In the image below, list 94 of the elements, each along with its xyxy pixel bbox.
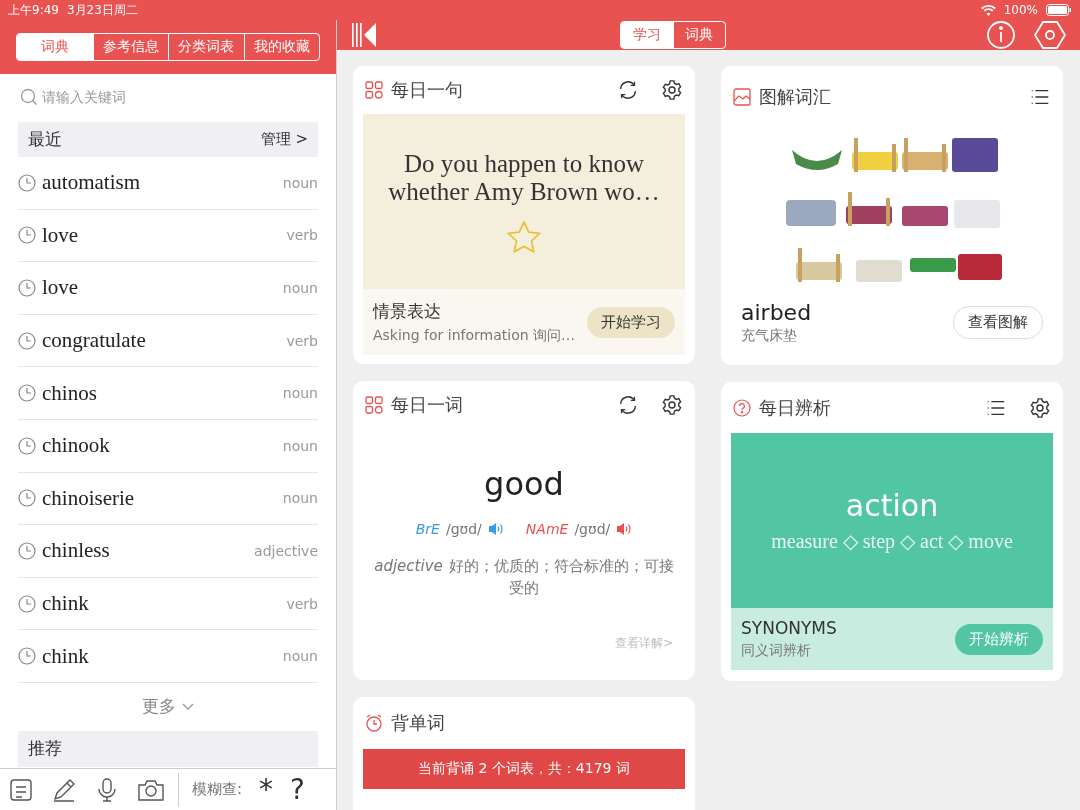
grid-icon [365, 81, 383, 99]
illustrated-word: airbed [741, 300, 813, 325]
refresh-icon[interactable] [617, 394, 639, 416]
sidebar-tab[interactable]: 我的收藏 [243, 34, 319, 60]
speaker-icon[interactable] [616, 522, 633, 536]
wildcard-key[interactable]: ? [290, 775, 305, 804]
card-title: 每日辨析 [759, 395, 832, 420]
category-title: 情景表达 [373, 299, 442, 323]
clock-icon [18, 226, 36, 245]
sentence-panel[interactable]: Do you happen to know whether Amy Brown wo… [363, 114, 685, 289]
settings-icon[interactable] [1029, 396, 1051, 419]
settings-icon [1034, 20, 1066, 50]
manage-link[interactable]: 管理 > [260, 130, 308, 149]
part-of-speech: noun [282, 648, 318, 665]
sidebar-toggle-icon[interactable] [351, 22, 377, 48]
recite-status: 当前背诵 2 个词表，共：4179 词 [418, 760, 630, 778]
accent-label: BrE [415, 521, 440, 537]
history-word[interactable]: chink [42, 591, 281, 617]
clock-icon [18, 173, 36, 192]
history-word[interactable]: love [42, 222, 281, 248]
status-date: 3月23日周二 [66, 1, 138, 19]
word-translation: 充气床垫 [741, 327, 798, 345]
clock-icon [18, 541, 36, 560]
info-icon [986, 20, 1016, 50]
chevron-down-icon [182, 702, 194, 711]
mode-tab[interactable]: 词典 [672, 22, 725, 48]
headword: good [483, 465, 565, 503]
history-word[interactable]: love [42, 275, 277, 301]
settings-icon[interactable] [661, 79, 683, 101]
question-icon [733, 398, 751, 417]
part-of-speech: noun [282, 385, 318, 402]
part-of-speech: verb [286, 332, 318, 349]
view-illustration-button[interactable]: 查看图解 [953, 306, 1043, 339]
settings-button[interactable] [1034, 20, 1066, 50]
wifi-icon [980, 4, 996, 16]
clock-icon [18, 331, 36, 350]
accent-label: NAmE [525, 521, 569, 537]
clock-icon [18, 384, 36, 403]
card-title: 每日一句 [391, 78, 464, 102]
part-of-speech: noun [282, 490, 318, 507]
star-icon[interactable] [506, 219, 542, 254]
daily-sentence: Do you happen to know whether Amy Brown wo… [388, 149, 660, 206]
section-title: 最近 [28, 128, 62, 151]
card-title: 背单词 [391, 711, 446, 735]
card-title: 图解词汇 [759, 85, 832, 109]
alarm-clock-icon [365, 714, 383, 732]
part-of-speech: verb [286, 595, 318, 612]
part-of-speech: noun [282, 280, 318, 296]
clock-icon [18, 279, 36, 297]
image-icon [733, 88, 751, 106]
history-word[interactable]: automatism [42, 170, 277, 196]
status-time: 上午9:49 [8, 1, 59, 19]
history-word[interactable]: congratulate [42, 328, 281, 354]
headword: action [845, 488, 939, 523]
section-title: 推荐 [28, 737, 62, 761]
settings-icon[interactable] [661, 394, 683, 416]
sidebar-tab[interactable]: 参考信息 [92, 34, 168, 60]
search-icon [20, 88, 38, 106]
category-subtitle: Asking for information 询问… [373, 326, 577, 345]
part-of-speech: verb [286, 227, 318, 244]
history-word[interactable]: chink [42, 643, 277, 669]
note-icon[interactable] [8, 776, 34, 803]
info-button[interactable] [986, 20, 1016, 50]
refresh-icon[interactable] [617, 79, 639, 101]
speaker-icon[interactable] [487, 522, 504, 536]
synonym-list: measure ◇ step ◇ act ◇ move [771, 529, 1013, 553]
history-word[interactable]: chinos [42, 380, 277, 406]
clock-icon [18, 436, 36, 455]
part-of-speech: noun [282, 437, 318, 454]
part-of-speech: adjective [254, 542, 318, 559]
battery-percent: 100% [1003, 3, 1038, 17]
definition: adjective 好的；优质的；符合标准的；可接受的 [373, 556, 675, 599]
wildcard-key[interactable]: * [259, 775, 274, 804]
start-learning-button[interactable]: 开始学习 [587, 306, 675, 338]
sidebar-tab[interactable]: 分类词表 [168, 34, 244, 60]
clock-icon [18, 647, 36, 666]
phonetic: /gʊd/ [445, 521, 482, 537]
clock-icon [18, 594, 36, 613]
synonyms-subtitle: 同义词辨析 [741, 642, 812, 660]
clock-icon [18, 489, 36, 508]
pencil-icon[interactable] [51, 776, 77, 803]
more-link[interactable]: 更多 [142, 695, 176, 719]
history-word[interactable]: chinook [42, 433, 277, 459]
history-word[interactable]: chinoiserie [42, 485, 277, 511]
synonyms-label: SYNONYMS [741, 618, 838, 638]
sidebar-tab[interactable]: 词典 [17, 34, 93, 60]
phonetic: /gʊd/ [574, 521, 611, 537]
fuzzy-search-label: 模糊查: [192, 780, 243, 799]
battery-icon [1046, 4, 1072, 16]
part-of-speech: noun [282, 174, 318, 191]
history-word[interactable]: chinless [42, 538, 249, 564]
mode-tab[interactable]: 学习 [620, 22, 673, 48]
card-title: 每日一词 [391, 393, 464, 417]
grid-icon [365, 396, 383, 414]
